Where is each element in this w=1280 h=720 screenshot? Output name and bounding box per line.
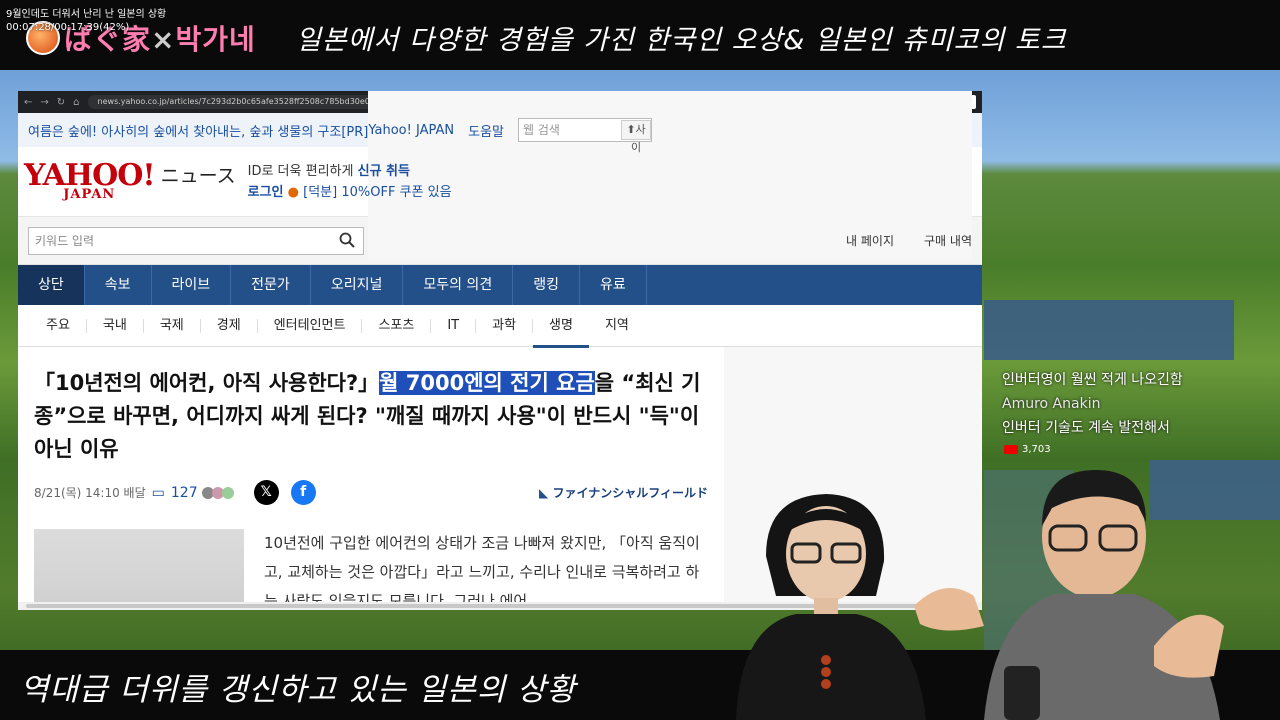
category-sports[interactable]: 스포츠: [362, 318, 432, 333]
banner-headline: 일본에서 다양한 경험을 가진 한국인 오상& 일본인 츄미코의 토크: [296, 25, 1067, 56]
reload-icon[interactable]: ↻: [57, 97, 65, 108]
category-local[interactable]: 지역: [589, 318, 645, 333]
home-icon[interactable]: ⌂: [73, 97, 79, 108]
side-caption: 인버터영이 월씬 적게 나오긴함 Amuro Anakin 인버터 기술도 계속…: [1002, 372, 1183, 436]
source-logo-icon: ◣: [539, 486, 549, 500]
yahoo-logo[interactable]: YAHOO! JAPAN: [24, 160, 156, 201]
article-main: 「10년전의 에어컨, 아직 사용한다?」월 7000엔의 전기 요금을 “최신…: [18, 347, 724, 610]
help-link[interactable]: 도움말: [468, 121, 504, 140]
channel-banner: ぱぐ家×박가네 일본에서 다양한 경험을 가진 한국인 오상& 일본인 츄미코의…: [0, 0, 1280, 70]
nav-item-paid[interactable]: 유료: [580, 265, 647, 305]
category-it[interactable]: IT: [431, 318, 477, 333]
web-search-button[interactable]: ⬆사이: [621, 120, 651, 154]
category-economy[interactable]: 경제: [201, 318, 258, 333]
news-title: ニュース: [160, 165, 236, 187]
host-man: [914, 470, 1224, 720]
reaction-avatars: [201, 486, 234, 499]
nav-item-ranking[interactable]: 랭킹: [513, 265, 580, 305]
category-entertainment[interactable]: 엔터테인먼트: [258, 318, 363, 333]
comment-count[interactable]: 127: [171, 485, 198, 501]
my-page-link[interactable]: 내 페이지: [846, 232, 894, 249]
highlighted-text: 월 7000엔의 전기 요금: [379, 371, 595, 395]
article-text: 10년전에 구입한 에어컨의 상태가 조금 나빠져 왔지만, 「아직 움직이고,…: [264, 534, 700, 610]
promo-bar: 여름은 숲에! 아사히의 숲에서 찾아내는, 숲과 생물의 구조[PR] Yah…: [18, 91, 982, 260]
search-icon[interactable]: [339, 232, 355, 248]
view-count: 3,703: [1004, 444, 1051, 455]
source-logo[interactable]: ◣ ファイナンシャルフィールド: [539, 484, 708, 501]
category-international[interactable]: 국제: [144, 318, 201, 333]
login-block: ID로 더욱 편리하게 신규 취득 로그인 ● [덕분] 10%OFF 쿠폰 있…: [247, 163, 452, 200]
youtube-icon: [1004, 445, 1018, 454]
brand-right: 박가네: [175, 23, 256, 56]
article-image: [34, 529, 244, 610]
article-body: 10년전에 구입한 에어컨의 상태가 조금 나빠져 왔지만, 「아직 움직이고,…: [34, 529, 708, 610]
nav-item-top[interactable]: 상단: [18, 265, 85, 305]
coupon-link[interactable]: [덕분] 10%OFF 쿠폰 있음: [303, 185, 451, 200]
facebook-share-icon[interactable]: f: [290, 480, 316, 505]
article-meta: 8/21(목) 14:10 배달 ▭ 127 𝕏 f ◣ ファイナンシャルフィー…: [34, 480, 708, 505]
forward-icon[interactable]: →: [40, 97, 48, 108]
nav-item-original[interactable]: 오리지널: [311, 265, 404, 305]
promo-link[interactable]: 여름은 숲에! 아사히의 숲에서 찾아내는, 숲과 생물의 구조[PR]: [28, 121, 368, 140]
register-link[interactable]: 신규 취득: [358, 164, 410, 179]
category-science[interactable]: 과학: [476, 318, 534, 333]
back-icon[interactable]: ←: [24, 97, 32, 108]
category-domestic[interactable]: 국내: [87, 318, 144, 333]
purchases-link[interactable]: 구매 내역: [924, 232, 972, 249]
solar-panel-field: [984, 300, 1234, 360]
main-nav: 상단 속보 라이브 전문가 오리지널 모두의 의견 랭킹 유료: [18, 265, 982, 305]
video-frame: { "overlay": {"title": "9월인데도 더워서 난리 난 일…: [0, 0, 1280, 720]
yahoo-japan-link[interactable]: Yahoo! JAPAN: [368, 123, 454, 138]
category-main[interactable]: 주요: [30, 318, 87, 333]
web-search-input[interactable]: 웹 검색 ⬆사이: [518, 118, 652, 154]
category-nav: 주요 국내 국제 경제 엔터테인먼트 스포츠 IT 과학 생명 지역: [18, 305, 982, 348]
nav-item-live[interactable]: 라이브: [152, 265, 232, 305]
nav-item-expert[interactable]: 전문가: [231, 265, 311, 305]
x-share-icon[interactable]: 𝕏: [253, 480, 279, 505]
category-life[interactable]: 생명: [533, 318, 589, 348]
keyword-search-input[interactable]: 키워드 입력: [28, 226, 364, 255]
comment-icon[interactable]: ▭: [152, 485, 165, 501]
bottom-caption: 역대급 더위를 갱신하고 있는 일본의 상황: [20, 672, 577, 708]
login-link[interactable]: 로그인: [248, 185, 284, 200]
video-title-overlay: 9월인데도 더워서 난리 난 일본의 상황: [6, 9, 167, 20]
brand-x: ×: [151, 23, 176, 56]
article-date: 8/21(목) 14:10 배달: [34, 486, 146, 500]
video-time-overlay: 00:07:28/00:17:39(42%): [6, 22, 130, 33]
nav-item-breaking[interactable]: 속보: [85, 265, 152, 305]
nav-item-opinions[interactable]: 모두의 의견: [403, 265, 514, 305]
article-title: 「10년전의 에어컨, 아직 사용한다?」월 7000엔의 전기 요금을 “최신…: [34, 371, 701, 461]
coupon-icon: ●: [287, 184, 299, 200]
